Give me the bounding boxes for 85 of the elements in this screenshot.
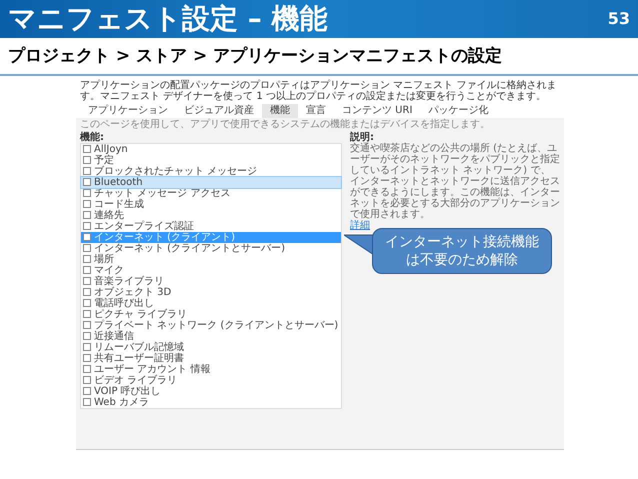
capability-label: 連絡先: [94, 210, 124, 220]
capability-item[interactable]: ピクチャ ライブラリ: [81, 308, 341, 320]
capability-label: ユーザー アカウント 情報: [94, 364, 210, 374]
capability-label: コード生成: [94, 198, 144, 210]
capability-item[interactable]: ブロックされたチャット メッセージ: [81, 166, 341, 176]
capability-label: インターネット (クライアント): [94, 232, 235, 242]
capability-label: インターネット (クライアントとサーバー): [94, 242, 285, 254]
designer-tab[interactable]: 宣言: [298, 104, 334, 118]
checkbox[interactable]: [83, 233, 91, 241]
capability-label: エンタープライズ認証: [94, 220, 194, 232]
capability-item[interactable]: オブジェクト 3D: [81, 286, 341, 298]
checkbox[interactable]: [83, 156, 91, 164]
capability-label: オブジェクト 3D: [94, 286, 172, 298]
details-link[interactable]: 詳細: [350, 220, 370, 232]
capability-item[interactable]: リムーバブル記憶域: [81, 342, 341, 352]
capability-label: Bluetooth: [94, 176, 143, 188]
capability-item[interactable]: ユーザー アカウント 情報: [81, 364, 341, 374]
designer-tab[interactable]: アプリケーション: [80, 104, 176, 118]
checkbox[interactable]: [83, 167, 91, 175]
capability-label: VOIP 呼び出し: [94, 386, 161, 396]
checkbox[interactable]: [83, 189, 91, 197]
checkbox[interactable]: [83, 354, 91, 362]
designer-tab[interactable]: パッケージ化: [420, 104, 496, 118]
checkbox[interactable]: [83, 145, 91, 153]
capability-item[interactable]: Web カメラ: [81, 396, 341, 408]
capability-item[interactable]: Bluetooth: [81, 176, 341, 188]
capability-label: 予定: [94, 154, 114, 166]
capability-item[interactable]: チャット メッセージ アクセス: [81, 188, 341, 198]
checkbox[interactable]: [83, 321, 91, 329]
capability-item[interactable]: コード生成: [81, 198, 341, 210]
checkbox[interactable]: [83, 266, 91, 274]
capability-item[interactable]: 共有ユーザー証明書: [81, 352, 341, 364]
capability-item[interactable]: 場所: [81, 254, 341, 264]
checkbox[interactable]: [83, 288, 91, 296]
capability-item[interactable]: AllJoyn: [81, 144, 341, 154]
checkbox[interactable]: [83, 310, 91, 318]
designer-tab[interactable]: 機能: [262, 104, 298, 118]
capability-item[interactable]: エンタープライズ認証: [81, 220, 341, 232]
capability-label: 音楽ライブラリ: [94, 276, 164, 286]
intro-text: アプリケーションの配置パッケージのプロパティはアプリケーション マニフェスト ファイルに格納されます。マニフェスト デザイナーを使って 1 つ以上のプロパティの設定または変更を行うことができます。: [79, 80, 558, 102]
capability-label: 近接通信: [94, 330, 134, 342]
capability-label: 電話呼び出し: [94, 298, 154, 308]
description-label: 説明:: [350, 132, 375, 142]
slide-title: マニフェスト設定 – 機能: [8, 5, 328, 33]
checkbox[interactable]: [83, 387, 91, 395]
capabilities-label: 機能:: [80, 132, 105, 142]
capability-label: リムーバブル記憶域: [94, 342, 184, 352]
checkbox[interactable]: [83, 200, 91, 208]
capability-item[interactable]: 音楽ライブラリ: [81, 276, 341, 286]
checkbox[interactable]: [83, 398, 91, 406]
capability-item[interactable]: ビデオ ライブラリ: [81, 374, 341, 386]
capability-item[interactable]: マイク: [81, 264, 341, 276]
page-number: 53: [608, 8, 630, 30]
capability-label: Web カメラ: [94, 396, 149, 408]
capability-label: 場所: [94, 254, 114, 264]
checkbox[interactable]: [83, 244, 91, 252]
slide-subtitle: プロジェクト > ストア > アプリケーションマニフェストの設定: [8, 46, 502, 66]
page-hint: このページを使用して、アプリで使用できるシステムの機能またはデバイスを指定します。: [80, 118, 491, 130]
description-text: 交通や喫茶店などの公共の場所 (たとえば、ユーザーがそのネットワークをパブリックと指定しているイントラネット ネットワーク) で、インターネットとネットワークに送信アクセスができるようにします。この機能は、インターネットを必要とする大部分のアプリケーションで使用されます。: [350, 142, 560, 220]
capability-item[interactable]: 近接通信: [81, 330, 341, 342]
checkbox[interactable]: [83, 299, 91, 307]
checkbox[interactable]: [83, 178, 91, 186]
checkbox[interactable]: [83, 222, 91, 230]
capability-item[interactable]: 予定: [81, 154, 341, 166]
capability-label: ピクチャ ライブラリ: [94, 308, 188, 320]
checkbox[interactable]: [83, 376, 91, 384]
capability-label: チャット メッセージ アクセス: [94, 188, 230, 198]
checkbox[interactable]: [83, 332, 91, 340]
capability-label: マイク: [94, 264, 124, 276]
capability-label: ビデオ ライブラリ: [94, 374, 178, 386]
checkbox[interactable]: [83, 211, 91, 219]
designer-tab[interactable]: ビジュアル資産: [176, 104, 262, 118]
capability-item[interactable]: VOIP 呼び出し: [81, 386, 341, 396]
capability-label: ブロックされたチャット メッセージ: [94, 166, 258, 176]
designer-tab[interactable]: コンテンツ URI: [334, 104, 420, 118]
checkbox[interactable]: [83, 365, 91, 373]
capability-label: 共有ユーザー証明書: [94, 352, 184, 364]
checkbox[interactable]: [83, 277, 91, 285]
checkbox[interactable]: [83, 255, 91, 263]
callout: インターネット接続機能 は不要のため解除: [372, 228, 552, 274]
capability-item[interactable]: 連絡先: [81, 210, 341, 220]
capability-item[interactable]: 電話呼び出し: [81, 298, 341, 308]
capability-item[interactable]: インターネット (クライアントとサーバー): [81, 242, 341, 254]
capability-label: AllJoyn: [94, 144, 128, 154]
checkbox[interactable]: [83, 343, 91, 351]
